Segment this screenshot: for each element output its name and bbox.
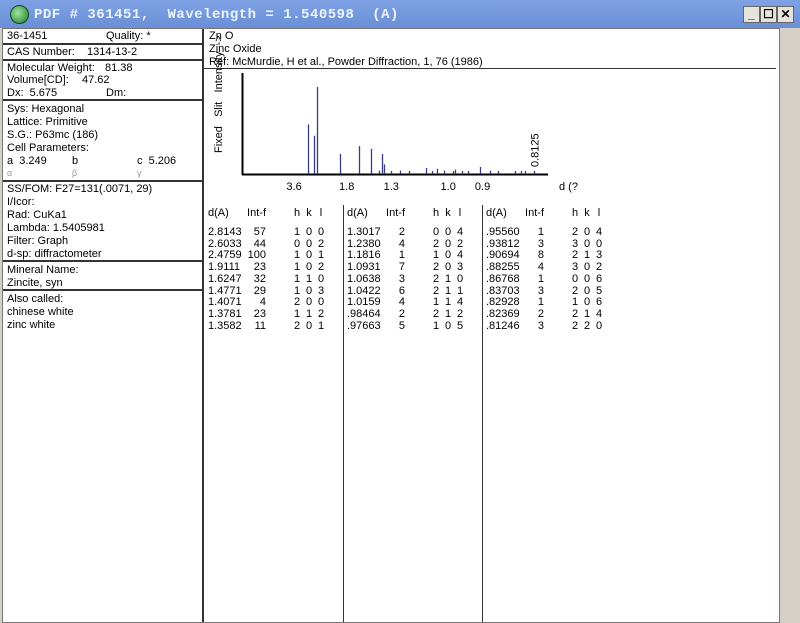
column-header: Int-f <box>386 207 405 219</box>
column-header: k <box>306 207 312 219</box>
divider <box>3 289 202 291</box>
table-cell: 0 <box>444 319 452 332</box>
table-cell: 2 <box>293 319 301 332</box>
table-cell: 1 <box>432 319 440 332</box>
column-header: h <box>571 207 579 219</box>
x-axis-label: d (? <box>559 181 578 193</box>
x-tick-label: 1.8 <box>339 181 354 193</box>
column-header: h <box>432 207 440 219</box>
table-cell: 11 <box>254 319 266 332</box>
minimize-button[interactable]: _ <box>743 6 760 23</box>
diffraction-chart: Fixed Slit Intensity -> 3.6 1.8 1.3 1.0 0.9 … <box>213 35 578 193</box>
also-called-label: Also called: <box>7 293 64 305</box>
divider <box>3 260 202 262</box>
also-called-item: chinese white <box>7 306 74 318</box>
table-cell: 3 <box>537 319 544 332</box>
table-cell: 0 <box>305 319 313 332</box>
column-header: Int-f <box>247 207 266 219</box>
table-cell: 0 <box>595 319 603 332</box>
app-icon <box>10 5 29 24</box>
x-tick-label: 1.0 <box>441 181 456 193</box>
table-cell: 5 <box>456 319 464 332</box>
column-header: k <box>445 207 451 219</box>
close-button[interactable]: ✕ <box>777 6 794 23</box>
card-view: 36-1451 Quality: * CAS Number: 1314-13-2… <box>2 28 780 623</box>
last-peak-annotation: 0.8125 <box>530 133 542 167</box>
table-cell: 2 <box>571 319 579 332</box>
lambda: Lambda: 1.5405981 <box>7 222 105 234</box>
table-cell: 5 <box>398 319 405 332</box>
column-divider <box>482 205 483 622</box>
column-header: k <box>584 207 590 219</box>
filter: Filter: Graph <box>7 235 69 247</box>
table-cell: 2 <box>583 319 591 332</box>
column-header: l <box>458 207 462 219</box>
column-divider <box>343 205 344 622</box>
table-cell: 1 <box>317 319 325 332</box>
mineral-label: Mineral Name: <box>7 264 79 276</box>
title-bar: PDF # 361451, Wavelength = 1.540598 (A) … <box>0 0 800 28</box>
y-axis-label: Fixed Slit Intensity -> <box>213 35 225 153</box>
x-tick-label: 1.3 <box>384 181 399 193</box>
radiation: Rad: CuKa1 <box>7 209 67 221</box>
x-tick-label: 3.6 <box>286 181 301 193</box>
also-called-item: zinc white <box>7 319 56 331</box>
column-header: h <box>293 207 301 219</box>
x-tick-label: 0.9 <box>475 181 490 193</box>
window-title: PDF # 361451, Wavelength = 1.540598 (A) <box>34 7 399 23</box>
column-header: Int-f <box>525 207 544 219</box>
column-header: l <box>319 207 323 219</box>
column-header: l <box>597 207 601 219</box>
maximize-button[interactable]: ☐ <box>760 6 777 23</box>
